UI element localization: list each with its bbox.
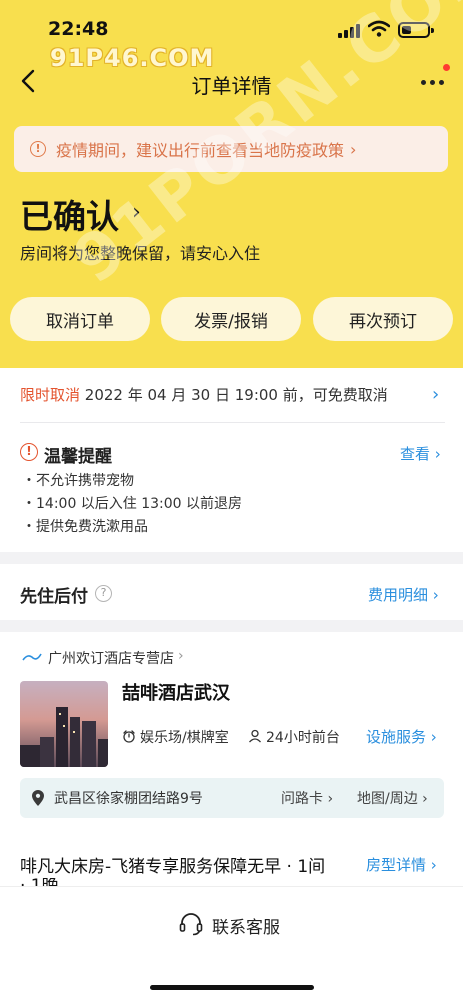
fee-detail-link[interactable]: 费用明细 ›	[368, 584, 439, 605]
cancellation-policy[interactable]: 限时取消 2022 年 04 月 30 日 19:00 前，可免费取消	[20, 384, 388, 405]
page-title: 订单详情	[191, 74, 272, 98]
more-options-icon[interactable]	[418, 70, 448, 94]
battery-icon	[398, 22, 434, 38]
shop-name[interactable]: 广州欢订酒店专营店	[48, 648, 174, 668]
tip-item: ・14:00 以后入住 13:00 以前退房	[22, 496, 243, 512]
room-type: 啡凡大床房-飞猪专享服务保障无早 · 1间	[20, 857, 326, 877]
signal-icon	[338, 24, 360, 38]
help-icon[interactable]: ?	[95, 585, 112, 602]
divider	[20, 422, 445, 423]
rebook-button[interactable]: 再次预订	[313, 297, 453, 341]
epidemic-notice-banner[interactable]: ! 疫情期间，建议出行前查看当地防疫政策 ›	[14, 126, 448, 172]
chevron-right-icon[interactable]: ›	[432, 384, 439, 405]
order-status-subtitle: 房间将为您整晚保留，请安心入住	[20, 244, 261, 263]
contact-service-button[interactable]: 联系客服	[212, 913, 280, 938]
status-bar: 22:48	[0, 0, 463, 46]
reception-icon	[249, 729, 261, 743]
tips-view-link[interactable]: 查看 ›	[400, 443, 441, 464]
home-indicator	[150, 985, 314, 990]
entertainment-icon	[123, 730, 135, 743]
cancellation-tag: 限时取消	[20, 386, 81, 404]
facility-label: 24小时前台	[266, 730, 340, 746]
notice-text: 疫情期间，建议出行前查看当地防疫政策	[56, 141, 345, 160]
facility-service-link[interactable]: 设施服务 ›	[366, 726, 437, 747]
headset-icon[interactable]	[178, 912, 204, 936]
info-icon: !	[30, 141, 46, 157]
hotel-address: 武昌区徐家棚团结路9号	[54, 791, 203, 807]
tip-item: ・提供免费洗漱用品	[22, 519, 148, 535]
wifi-icon	[368, 20, 390, 37]
notification-dot	[443, 64, 450, 71]
room-nights: · 1晚	[20, 878, 59, 886]
bottom-bar	[0, 886, 463, 1000]
invoice-button[interactable]: 发票/报销	[161, 297, 301, 341]
chevron-right-icon[interactable]: ›	[132, 200, 141, 225]
shop-logo-icon	[22, 652, 42, 661]
location-pin-icon	[32, 790, 44, 806]
tips-title: 温馨提醒	[44, 447, 112, 467]
map-link[interactable]: 地图/周边 ›	[357, 788, 428, 808]
tip-item: ・不允许携带宠物	[22, 473, 134, 489]
chevron-right-icon: ›	[350, 139, 357, 159]
navigation-bar: 订单详情	[0, 60, 463, 104]
cancel-order-button[interactable]: 取消订单	[10, 297, 150, 341]
chevron-right-icon[interactable]: ›	[178, 648, 184, 664]
hotel-name[interactable]: 喆啡酒店武汉	[122, 679, 230, 705]
payment-method-label: 先住后付	[20, 587, 88, 607]
order-status[interactable]: 已确认	[20, 190, 119, 238]
facility-label: 娱乐场/棋牌室	[140, 730, 229, 746]
route-card-link[interactable]: 问路卡 ›	[281, 788, 333, 808]
status-time: 22:48	[48, 18, 109, 40]
address-bar[interactable]: 武昌区徐家棚团结路9号 问路卡 › 地图/周边 ›	[20, 778, 444, 818]
warning-icon: !	[20, 443, 38, 461]
cancellation-text: 2022 年 04 月 30 日 19:00 前，可免费取消	[84, 386, 388, 404]
hotel-photo[interactable]	[20, 681, 108, 767]
room-detail-link[interactable]: 房型详情 ›	[366, 854, 437, 875]
